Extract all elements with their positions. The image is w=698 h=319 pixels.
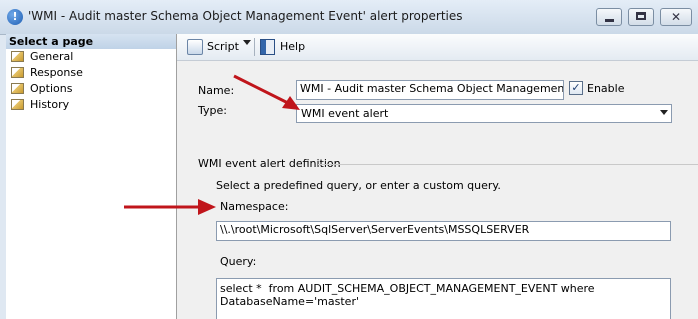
title-bar: ! 'WMI - Audit master Schema Object Mana… <box>0 0 698 35</box>
name-input[interactable]: WMI - Audit master Schema Object Managem… <box>296 80 564 100</box>
annotation-arrow-type <box>233 74 300 110</box>
page-icon <box>11 67 24 78</box>
help-book-icon <box>260 39 275 55</box>
query-textarea[interactable]: select * from AUDIT_SCHEMA_OBJECT_MANAGE… <box>216 278 671 319</box>
help-button[interactable]: Help <box>260 39 305 55</box>
window-title: 'WMI - Audit master Schema Object Manage… <box>28 9 463 23</box>
script-dropdown-icon[interactable] <box>243 40 251 45</box>
namespace-input[interactable]: \\.\root\Microsoft\SqlServer\ServerEvent… <box>216 221 671 241</box>
enable-checkbox[interactable]: ✓ <box>569 81 583 95</box>
help-button-label: Help <box>280 40 306 53</box>
sidebar-item-options[interactable]: Options <box>6 81 176 97</box>
type-select[interactable]: WMI event alert <box>296 104 672 123</box>
section-divider <box>318 164 698 165</box>
sidebar-item-label: Response <box>30 66 83 79</box>
close-icon: ✕ <box>670 10 682 24</box>
script-icon <box>187 39 203 55</box>
page-selector-header: Select a page <box>6 34 176 49</box>
type-label: Type: <box>198 104 227 117</box>
sidebar-item-general[interactable]: General <box>6 49 176 65</box>
sidebar-item-history[interactable]: History <box>6 97 176 113</box>
sidebar-item-response[interactable]: Response <box>6 65 176 81</box>
minimize-button[interactable] <box>596 8 622 26</box>
page-icon <box>11 83 24 94</box>
query-instruction: Select a predefined query, or enter a cu… <box>216 179 501 192</box>
annotation-arrow-namespace <box>124 199 216 215</box>
maximize-button[interactable] <box>628 8 654 26</box>
page-icon <box>11 51 24 62</box>
enable-label: Enable <box>587 82 625 95</box>
sidebar-item-label: Options <box>30 82 73 95</box>
script-button[interactable]: Script <box>187 39 239 55</box>
sidebar-item-label: History <box>30 98 70 111</box>
namespace-label: Namespace: <box>220 200 289 213</box>
name-label: Name: <box>198 84 235 97</box>
page-icon <box>11 99 24 110</box>
type-select-value: WMI event alert <box>301 107 389 120</box>
alert-icon: ! <box>7 9 23 25</box>
maximize-icon <box>636 12 646 20</box>
toolbar: Script Help <box>177 34 698 61</box>
sidebar-item-label: General <box>30 50 74 63</box>
minimize-icon <box>605 19 614 22</box>
toolbar-separator <box>254 38 255 56</box>
close-button[interactable]: ✕ <box>660 8 692 26</box>
script-button-label: Script <box>207 40 239 53</box>
query-label: Query: <box>220 255 257 268</box>
page-selector-pane: Select a page General Response Options H… <box>6 34 177 319</box>
chevron-down-icon <box>660 110 668 115</box>
